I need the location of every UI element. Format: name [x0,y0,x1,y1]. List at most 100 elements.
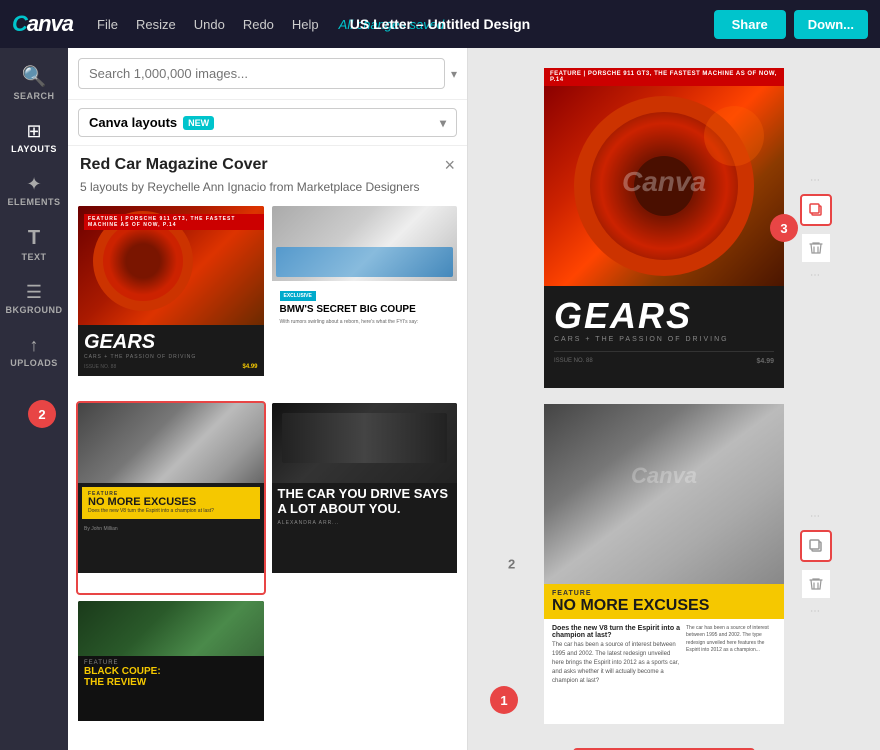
sidebar-item-text[interactable]: T TEXT [2,219,66,270]
page-2-actions: ⋯ ⋯ [800,511,832,617]
panel-subtitle: 5 layouts by Reychelle Ann Ignacio from … [68,178,467,204]
page-2-wrapper: 2 Canva FEATURE NO MORE EXCUSES Does the… [544,404,784,724]
page1-subtitle: CARS + THE PASSION OF DRIVING [554,336,774,343]
sidebar-label-elements: ELEMENTS [7,197,60,207]
layout-selector-label: Canva layouts [89,115,177,130]
lc3-author: By John Millian [84,526,118,532]
lc3-subtitle: Does the new V8 turn the Espirit into a … [88,508,254,515]
lc4-author: ALEXANDRA ARR... [272,520,458,526]
page-1-canvas[interactable]: FEATURE | PORSCHE 911 GT3, THE FASTEST M… [544,68,784,388]
layout-card-5[interactable]: FEATURE BLACK COUPE:THE REVIEW [76,599,266,742]
page2-feature-label: FEATURE [552,590,776,597]
nav-menu: File Resize Undo Redo Help [97,17,319,32]
page2-photo: Canva [544,404,784,584]
sidebar-label-search: SEARCH [13,91,54,101]
badge-1: 1 [490,686,518,714]
page-1-delete-button[interactable] [802,234,830,262]
layouts-panel: ▾ Canva layouts NEW ▾ Red Car Magazine C… [68,48,468,750]
lc4-title: THE CAR YOU DRIVE SAYS A LOT ABOUT YOU. [272,483,458,520]
canva-logo: Canva [12,11,73,37]
page-1-copy-button[interactable] [800,194,832,226]
copy-icon [809,203,823,217]
page2-dots-bottom: ⋯ [810,606,822,617]
page2-body-text: The car has been a source of interest be… [552,641,680,686]
layout-card-1[interactable]: FEATURE | PORSCHE 911 GT3, THE FASTEST M… [76,204,266,397]
layouts-icon: ⊞ [26,121,41,142]
main-layout: 🔍 SEARCH ⊞ LAYOUTS ✦ ELEMENTS T TEXT ☰ B… [0,48,880,750]
lc3-photo-bg [78,403,264,483]
page2-left-col: Does the new V8 turn the Espirit into a … [552,625,680,718]
page2-feature-section: FEATURE NO MORE EXCUSES [544,584,784,619]
page-2-copy-button[interactable] [800,530,832,562]
lc1-price: $4.99 [242,364,257,370]
layout-selector: Canva layouts NEW ▾ [68,100,467,146]
page2-right-text: The car has been a source of interest be… [686,625,776,655]
lc2-body: With rumors swirling about a reborn, her… [276,317,454,328]
page1-highlight [704,106,764,166]
sidebar-label-text: TEXT [21,252,46,262]
menu-file[interactable]: File [97,17,118,32]
layout-selector-button[interactable]: Canva layouts NEW ▾ [78,108,457,137]
lc5-content: FEATURE BLACK COUPE:THE REVIEW [78,656,264,692]
page1-dots-top: ⋯ [810,175,822,186]
menu-help[interactable]: Help [292,17,319,32]
page1-dots-bottom: ⋯ [810,270,822,281]
search-icon: 🔍 [22,64,47,89]
layout-dropdown-arrow-icon: ▾ [440,116,446,130]
background-icon: ☰ [26,282,42,303]
panel-close-button[interactable]: × [444,156,455,174]
layout-card-2[interactable]: EXCLUSIVE BMW'S SECRET BIG COUPE With ru… [270,204,460,397]
sidebar-item-elements[interactable]: ✦ ELEMENTS [2,166,66,215]
search-input[interactable] [78,58,445,89]
layouts-grid: FEATURE | PORSCHE 911 GT3, THE FASTEST M… [68,204,467,750]
download-button[interactable]: Down... [794,10,868,39]
page1-footer: ISSUE NO. 88 $4.99 [554,351,774,365]
lc3-no-more-section: FEATURE NO MORE EXCUSES Does the new V8 … [82,487,260,519]
lc2-badge: EXCLUSIVE [280,291,316,301]
page2-feature-title: NO MORE EXCUSES [552,597,776,615]
nav-right: Share Down... [714,10,868,39]
sidebar-label-uploads: UPLOADS [10,358,58,368]
page2-right-col: The car has been a source of interest be… [686,625,776,718]
lc1-subtitle: CARS + THE PASSION OF DRIVING [84,354,258,360]
sidebar-item-background[interactable]: ☰ BKGROUND [2,274,66,323]
layout-card-3[interactable]: FEATURE NO MORE EXCUSES Does the new V8 … [76,401,266,594]
lc3-title: NO MORE EXCUSES [88,497,254,508]
badge-3: 3 [770,214,798,242]
layout-card-4[interactable]: THE CAR YOU DRIVE SAYS A LOT ABOUT YOU. … [270,401,460,594]
elements-icon: ✦ [26,174,41,195]
share-button[interactable]: Share [714,10,786,39]
car-photo [276,247,454,277]
page2-body: Does the new V8 turn the Espirit into a … [544,619,784,724]
page2-dots-top: ⋯ [810,511,822,522]
road-photo [282,413,448,463]
page1-photo: Canva [544,86,784,286]
lc2-content: EXCLUSIVE BMW'S SECRET BIG COUPE With ru… [272,281,458,331]
page2-subhead: Does the new V8 turn the Espirit into a … [552,625,680,639]
page1-bottom: GEARS CARS + THE PASSION OF DRIVING ISSU… [544,286,784,373]
page1-issue: ISSUE NO. 88 [554,358,593,365]
page-2-delete-button[interactable] [802,570,830,598]
sidebar-item-layouts[interactable]: ⊞ LAYOUTS [2,113,66,162]
page2-delete-icon [808,576,824,592]
delete-icon [808,240,824,256]
page2-canva-watermark: Canva [631,463,697,489]
lc1-title: GEARS [84,331,258,354]
menu-redo[interactable]: Redo [243,17,274,32]
lc1-header: FEATURE | PORSCHE 911 GT3, THE FASTEST M… [84,214,264,230]
page1-title: GEARS [554,298,774,334]
page1-price: $4.99 [756,358,774,365]
lc1-issue: ISSUE NO. 88 [84,364,116,370]
page-2-canvas[interactable]: Canva FEATURE NO MORE EXCUSES Does the n… [544,404,784,724]
panel-title: Red Car Magazine Cover [80,156,268,174]
page1-header-strip: FEATURE | PORSCHE 911 GT3, THE FASTEST M… [544,68,784,86]
page-1-wrapper: FEATURE | PORSCHE 911 GT3, THE FASTEST M… [544,68,784,388]
sidebar-item-uploads[interactable]: ↑ UPLOADS [2,327,66,376]
lc5-title: BLACK COUPE:THE REVIEW [84,666,258,688]
menu-resize[interactable]: Resize [136,17,176,32]
page1-canva-watermark: Canva [622,166,706,198]
sidebar-label-layouts: LAYOUTS [11,144,57,154]
menu-undo[interactable]: Undo [194,17,225,32]
sidebar-item-search[interactable]: 🔍 SEARCH [2,56,66,109]
sidebar-label-background: BKGROUND [6,305,63,315]
